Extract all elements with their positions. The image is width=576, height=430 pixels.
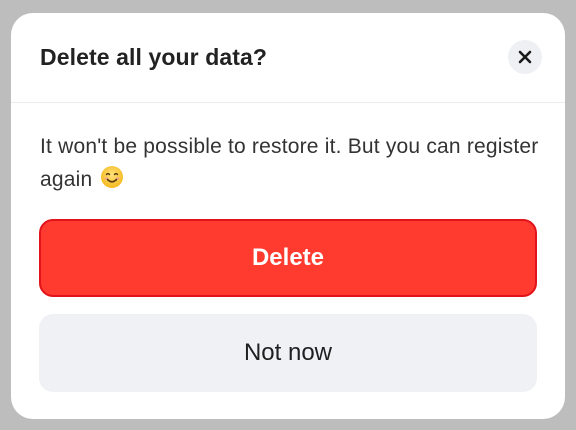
dialog-message: It won't be possible to restore it. But … <box>40 130 540 199</box>
close-button[interactable] <box>508 40 542 74</box>
smiling-face-emoji-icon <box>100 165 124 199</box>
delete-data-dialog: Delete all your data? It won't be possib… <box>11 13 565 419</box>
dialog-title: Delete all your data? <box>40 44 268 70</box>
delete-button[interactable]: Delete <box>39 219 537 297</box>
dialog-header: Delete all your data? <box>11 13 565 103</box>
not-now-button[interactable]: Not now <box>39 314 537 392</box>
close-icon <box>518 50 532 64</box>
